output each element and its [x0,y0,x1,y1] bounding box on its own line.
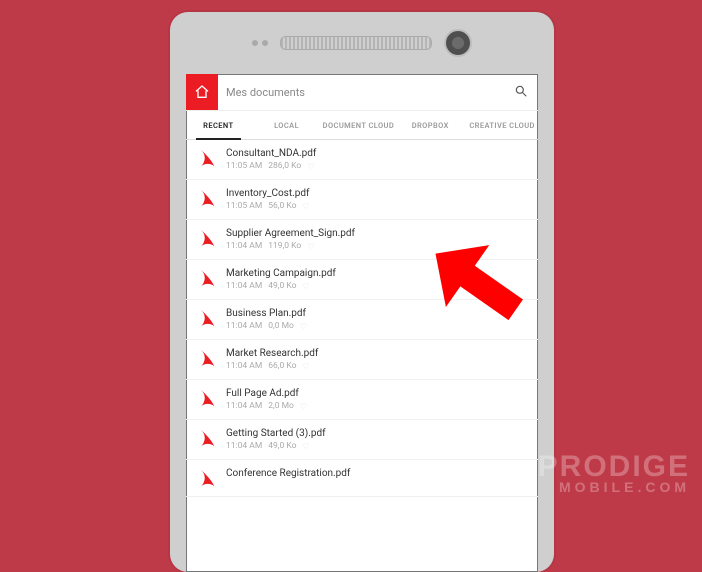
home-icon[interactable] [186,74,218,110]
list-item[interactable]: Full Page Ad.pdf 11:04 AM2,0 Mo♡ [186,380,538,420]
list-item[interactable]: Getting Started (3).pdf 11:04 AM49,0 Ko♡ [186,420,538,460]
pdf-icon [196,188,216,208]
tab-bar: RECENT LOCAL DOCUMENT CLOUD DROPBOX CREA… [186,111,538,140]
favorite-icon: ♡ [300,402,307,411]
sensor-dots [252,40,268,46]
pdf-icon [196,348,216,368]
tab-creative-cloud[interactable]: CREATIVE CLOUD [466,111,538,139]
file-meta: 11:04 AM49,0 Ko♡ [226,281,526,291]
list-item[interactable]: Inventory_Cost.pdf 11:05 AM56,0 Ko♡ [186,180,538,220]
pdf-icon [196,148,216,168]
list-item[interactable]: Marketing Campaign.pdf 11:04 AM49,0 Ko♡ [186,260,538,300]
file-meta: 11:05 AM286,0 Ko♡ [226,161,526,171]
list-item[interactable]: Consultant_NDA.pdf 11:05 AM286,0 Ko♡ [186,140,538,180]
favorite-icon: ♡ [300,322,307,331]
file-name: Market Research.pdf [226,348,526,359]
favorite-icon: ♡ [302,202,309,211]
favorite-icon: ♡ [307,242,314,251]
file-name: Consultant_NDA.pdf [226,148,526,159]
file-name: Conference Registration.pdf [226,468,526,479]
tab-dropbox[interactable]: DROPBOX [394,111,466,139]
list-item[interactable]: Market Research.pdf 11:04 AM66,0 Ko♡ [186,340,538,380]
file-meta: 11:04 AM66,0 Ko♡ [226,361,526,371]
watermark: PRODIGE MOBILE.COM [538,452,690,494]
list-item[interactable]: Business Plan.pdf 11:04 AM0,0 Mo♡ [186,300,538,340]
favorite-icon: ♡ [302,282,309,291]
pdf-icon [196,228,216,248]
file-meta: 11:04 AM49,0 Ko♡ [226,441,526,451]
pdf-icon [196,308,216,328]
watermark-line2: MOBILE.COM [538,480,690,494]
tab-document-cloud[interactable]: DOCUMENT CLOUD [323,111,395,139]
page-title: Mes documents [218,86,504,99]
watermark-line1: PRODIGE [538,452,690,482]
file-name: Inventory_Cost.pdf [226,188,526,199]
app-header: Mes documents [186,74,538,111]
file-meta: 11:04 AM0,0 Mo♡ [226,321,526,331]
phone-screen: Mes documents RECENT LOCAL DOCUMENT CLOU… [186,74,538,572]
list-item[interactable]: Supplier Agreement_Sign.pdf 11:04 AM119,0… [186,220,538,260]
file-name: Supplier Agreement_Sign.pdf [226,228,526,239]
phone-top-hardware [170,30,554,56]
tab-local[interactable]: LOCAL [251,111,323,139]
pdf-icon [196,428,216,448]
file-name: Marketing Campaign.pdf [226,268,526,279]
file-name: Getting Started (3).pdf [226,428,526,439]
pdf-icon [196,388,216,408]
list-item[interactable]: Conference Registration.pdf [186,460,538,497]
file-meta: 11:05 AM56,0 Ko♡ [226,201,526,211]
pdf-icon [196,268,216,288]
file-name: Business Plan.pdf [226,308,526,319]
search-icon[interactable] [504,83,538,102]
file-name: Full Page Ad.pdf [226,388,526,399]
favorite-icon: ♡ [302,362,309,371]
file-meta: 11:04 AM119,0 Ko♡ [226,241,526,251]
file-list: Consultant_NDA.pdf 11:05 AM286,0 Ko♡ Inve… [186,140,538,497]
front-camera [444,29,472,57]
file-meta: 11:04 AM2,0 Mo♡ [226,401,526,411]
pdf-icon [196,468,216,488]
favorite-icon: ♡ [307,162,314,171]
speaker-grille [280,36,432,50]
phone-frame: Mes documents RECENT LOCAL DOCUMENT CLOU… [170,12,554,572]
tab-recent[interactable]: RECENT [186,111,251,139]
favorite-icon: ♡ [302,442,309,451]
